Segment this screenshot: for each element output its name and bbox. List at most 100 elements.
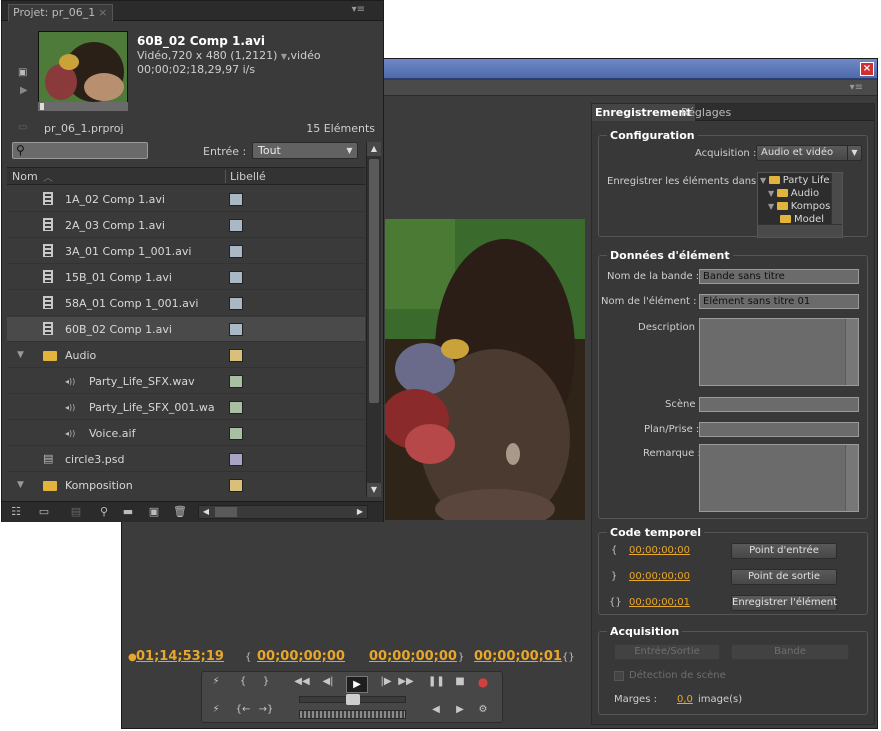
- label-color-swatch[interactable]: [229, 479, 243, 492]
- label-color-swatch[interactable]: [229, 297, 243, 310]
- go-to-in-icon[interactable]: {←: [235, 704, 251, 715]
- new-bin-icon[interactable]: ▬: [120, 505, 136, 518]
- new-item-icon[interactable]: ▣: [146, 505, 162, 518]
- duration-timecode[interactable]: 00;00;00;01: [474, 649, 562, 664]
- rewind-icon[interactable]: ◀◀: [294, 676, 310, 687]
- shuttle-knob[interactable]: [346, 694, 360, 705]
- list-item[interactable]: ▼ Komposition: [7, 473, 365, 495]
- label-color-swatch[interactable]: [229, 349, 243, 362]
- list-item[interactable]: 15B_01 Comp 1.avi: [7, 265, 365, 290]
- stop-icon[interactable]: ■: [452, 676, 468, 687]
- scroll-thumb[interactable]: [215, 507, 237, 517]
- scroll-right-icon[interactable]: ▶: [353, 506, 367, 518]
- shot-field[interactable]: [699, 422, 859, 437]
- tab-settings[interactable]: Réglages: [678, 104, 734, 121]
- clip-name-field[interactable]: Elément sans titre 01: [699, 294, 859, 309]
- mark-in-icon[interactable]: {: [235, 676, 251, 687]
- label-color-swatch[interactable]: [229, 323, 243, 336]
- out-timecode[interactable]: 00;00;00;00: [369, 649, 457, 664]
- in-out-button[interactable]: Entrée/Sortie: [614, 644, 720, 660]
- step-back-icon[interactable]: ◀|: [320, 676, 336, 687]
- rewind-slow-icon[interactable]: ◀: [428, 704, 444, 715]
- current-timecode[interactable]: 01;14;53;19: [136, 649, 224, 664]
- tree-horizontal-scrollbar[interactable]: [758, 224, 842, 237]
- close-icon[interactable]: ×: [98, 6, 107, 19]
- tab-project[interactable]: Projet: pr_06_1 ×: [8, 4, 113, 21]
- set-out-button[interactable]: Point de sortie: [731, 569, 837, 585]
- pause-icon[interactable]: ❚❚: [428, 676, 445, 687]
- icon-view-icon[interactable]: ▭: [36, 505, 52, 518]
- project-vertical-scrollbar[interactable]: ▲ ▼: [366, 142, 381, 497]
- description-scrollbar[interactable]: [845, 319, 858, 385]
- out-point-timecode[interactable]: 00;00;00;00: [629, 571, 690, 582]
- tape-button[interactable]: Bande: [731, 644, 849, 660]
- forward-slow-icon[interactable]: ▶: [452, 704, 468, 715]
- acquisition-select[interactable]: Audio et vidéo ▼: [756, 145, 862, 161]
- close-icon[interactable]: ×: [860, 62, 874, 76]
- list-item[interactable]: 60B_02 Comp 1.avi: [7, 317, 365, 342]
- goto-in-icon[interactable]: ⚡: [208, 704, 224, 715]
- label-color-swatch[interactable]: [229, 245, 243, 258]
- note-field[interactable]: [699, 444, 859, 512]
- scene-detect-checkbox[interactable]: [614, 671, 624, 681]
- expand-icon[interactable]: ▼: [17, 350, 24, 360]
- scroll-up-icon[interactable]: ▲: [367, 142, 381, 156]
- list-item[interactable]: ◂)) Voice.aif: [7, 421, 365, 446]
- search-input[interactable]: ⚲: [12, 142, 148, 159]
- list-item[interactable]: ◂)) Party_Life_SFX_001.wa: [7, 395, 365, 420]
- list-item[interactable]: 2A_03 Comp 1.avi: [7, 213, 365, 238]
- thumbnail-scrubber[interactable]: [38, 102, 128, 111]
- label-color-swatch[interactable]: [229, 193, 243, 206]
- go-to-out-icon[interactable]: →}: [258, 704, 274, 715]
- step-forward-icon[interactable]: |▶: [378, 676, 394, 687]
- scrubber-knob[interactable]: [40, 103, 44, 110]
- expand-icon[interactable]: ▼: [17, 480, 24, 490]
- list-item[interactable]: ▼ Audio: [7, 343, 365, 368]
- panel-menu-icon[interactable]: ▾≡: [352, 4, 365, 15]
- label-color-swatch[interactable]: [229, 271, 243, 284]
- jog-slider[interactable]: [299, 710, 406, 719]
- play-icon[interactable]: ▶: [20, 85, 28, 96]
- set-in-button[interactable]: Point d'entrée: [731, 543, 837, 559]
- tree-vertical-scrollbar[interactable]: [831, 173, 842, 225]
- label-color-swatch[interactable]: [229, 453, 243, 466]
- tree-item-audio[interactable]: ▼ Audio: [768, 188, 819, 199]
- sort-icon[interactable]: ︿: [43, 169, 53, 184]
- trash-icon[interactable]: 🗑: [172, 505, 188, 518]
- label-color-swatch[interactable]: [229, 427, 243, 440]
- scene-search-icon[interactable]: ⚙: [475, 704, 491, 715]
- transport-mark-icon[interactable]: ⚡: [208, 676, 224, 687]
- log-clip-button[interactable]: Enregistrer l'élément: [731, 595, 837, 611]
- label-color-swatch[interactable]: [229, 219, 243, 232]
- scroll-thumb[interactable]: [369, 159, 379, 403]
- list-item[interactable]: ▤ circle3.psd: [7, 447, 365, 472]
- duration-timecode[interactable]: 00;00;00;01: [629, 597, 690, 608]
- record-icon[interactable]: ●: [475, 675, 491, 689]
- list-item[interactable]: 1A_02 Comp 1.avi: [7, 187, 365, 212]
- column-label[interactable]: Libellé: [225, 170, 266, 183]
- list-view-icon[interactable]: ☷: [8, 505, 24, 518]
- note-scrollbar[interactable]: [845, 445, 858, 511]
- project-horizontal-scrollbar[interactable]: ◀ ▶: [198, 505, 368, 519]
- tree-item-komposition[interactable]: ▼ Kompositi: [768, 201, 840, 212]
- scene-field[interactable]: [699, 397, 859, 412]
- list-item[interactable]: 3A_01 Comp 1_001.avi: [7, 239, 365, 264]
- list-item[interactable]: 58A_01 Comp 1_001.avi: [7, 291, 365, 316]
- shuttle-slider[interactable]: [299, 694, 406, 705]
- in-filter-select[interactable]: Tout ▼: [252, 142, 358, 159]
- play-button[interactable]: ▶: [346, 676, 368, 693]
- panel-menu-icon[interactable]: ▾≡: [850, 82, 863, 93]
- scroll-left-icon[interactable]: ◀: [199, 506, 213, 518]
- description-field[interactable]: [699, 318, 859, 386]
- in-timecode[interactable]: 00;00;00;00: [257, 649, 345, 664]
- in-point-timecode[interactable]: 00;00;00;00: [629, 545, 690, 556]
- list-item[interactable]: ◂)) Party_Life_SFX.wav: [7, 369, 365, 394]
- automate-icon[interactable]: ▤: [68, 505, 84, 518]
- margins-value[interactable]: 0,0: [677, 694, 693, 705]
- label-color-swatch[interactable]: [229, 401, 243, 414]
- tape-name-field[interactable]: Bande sans titre: [699, 269, 859, 284]
- find-icon[interactable]: ⚲: [96, 505, 112, 518]
- poster-frame-icon[interactable]: ▣: [18, 67, 27, 78]
- mark-out-icon[interactable]: }: [258, 676, 274, 687]
- scroll-down-icon[interactable]: ▼: [367, 483, 381, 497]
